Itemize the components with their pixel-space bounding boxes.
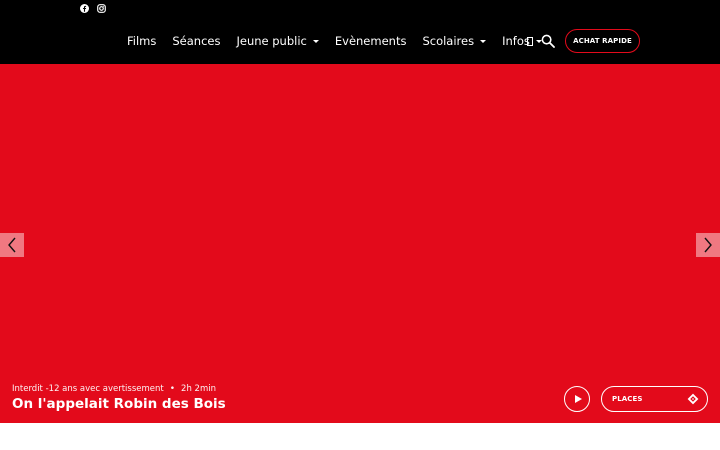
social-links <box>80 4 106 13</box>
nav-item-label: Films <box>127 34 157 48</box>
quick-buy-button[interactable]: ACHAT RAPIDE <box>565 29 640 53</box>
next-slide-button[interactable] <box>696 233 720 257</box>
nav-item-label: Infos <box>502 34 530 48</box>
missing-glyph-icon <box>527 37 533 46</box>
age-rating: Interdit -12 ans avec avertissement <box>12 384 164 394</box>
instagram-icon[interactable] <box>97 4 106 13</box>
nav-item-scolaires[interactable]: Scolaires <box>422 31 487 51</box>
play-icon <box>574 395 582 403</box>
nav-item-label: Séances <box>172 34 221 48</box>
ticket-icon <box>687 393 699 405</box>
chevron-right-icon <box>704 237 712 253</box>
places-label: PLACES <box>612 395 643 403</box>
nav-item-films[interactable]: Films <box>127 31 156 51</box>
caret-down-icon <box>312 39 319 43</box>
meta-separator: • <box>169 384 176 394</box>
hero-banner: Interdit -12 ans avec avertissement • 2h… <box>0 64 720 423</box>
facebook-icon[interactable] <box>80 4 89 13</box>
movie-duration: 2h 2min <box>181 384 216 394</box>
nav-item-seances[interactable]: Séances <box>172 31 220 51</box>
nav-item-label: Jeune public <box>236 34 307 48</box>
nav-item-infos[interactable]: Infos <box>502 31 542 51</box>
play-trailer-button[interactable] <box>564 386 590 412</box>
movie-meta: Interdit -12 ans avec avertissement • 2h… <box>12 384 216 394</box>
nav-item-evenements[interactable]: Evènements <box>335 31 407 51</box>
places-button[interactable]: PLACES <box>601 386 708 412</box>
caret-down-icon <box>480 39 487 43</box>
nav-item-label: Evènements <box>334 34 407 48</box>
nav-item-label: Scolaires <box>422 34 475 48</box>
previous-slide-button[interactable] <box>0 233 24 257</box>
movie-title[interactable]: On l'appelait Robin des Bois <box>12 396 226 412</box>
nav-item-jeune-public[interactable]: Jeune public <box>236 31 319 51</box>
main-nav: Films Séances Jeune public Evènements Sc… <box>127 31 558 51</box>
site-header: Films Séances Jeune public Evènements Sc… <box>0 0 720 64</box>
chevron-left-icon <box>8 237 16 253</box>
search-icon[interactable] <box>541 34 555 48</box>
